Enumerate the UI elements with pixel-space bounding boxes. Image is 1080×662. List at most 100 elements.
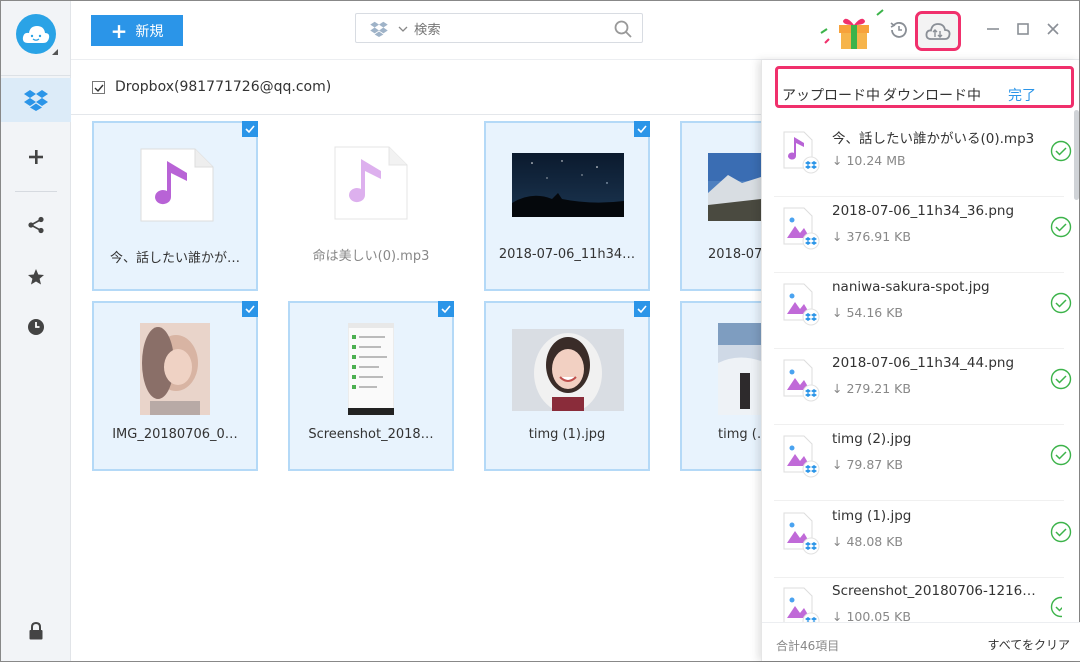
tab-downloading[interactable]: ダウンロード中 bbox=[883, 85, 981, 105]
image-file-icon bbox=[783, 512, 820, 555]
file-tile[interactable]: 2018-07-0… bbox=[680, 121, 788, 291]
search-box[interactable] bbox=[355, 13, 643, 43]
completed-check-icon bbox=[1050, 216, 1072, 238]
panel-scrollbar[interactable] bbox=[1074, 110, 1079, 200]
file-tile[interactable]: timg (… bbox=[680, 301, 770, 471]
sidebar-item-lock[interactable] bbox=[1, 609, 71, 653]
file-name: IMG_20180706_0… bbox=[112, 427, 238, 442]
file-tile[interactable]: 2018-07-06_11h34… bbox=[484, 121, 650, 291]
sidebar-item-share[interactable] bbox=[1, 203, 71, 247]
total-count: 合計46項目 bbox=[776, 639, 840, 653]
sidebar-item-add-cloud[interactable] bbox=[1, 135, 71, 179]
image-thumbnail bbox=[512, 153, 624, 217]
clock-icon bbox=[28, 319, 44, 335]
transfer-item[interactable]: 今、話したい誰かがいる(0).mp3 ↓ 10.24 MB bbox=[762, 120, 1072, 196]
transfer-tabs: アップロード中 ダウンロード中 完了 bbox=[775, 66, 1074, 108]
completed-check-icon bbox=[1050, 368, 1072, 390]
transfer-file-size: ↓ 79.87 KB bbox=[832, 457, 903, 472]
close-button[interactable] bbox=[1043, 19, 1063, 39]
transfer-file-size: ↓ 100.05 KB bbox=[832, 609, 911, 622]
cloud-face-icon bbox=[22, 26, 50, 43]
checkmark-icon bbox=[637, 305, 647, 314]
tile-checkbox[interactable] bbox=[242, 121, 258, 137]
tile-checkbox[interactable] bbox=[438, 301, 454, 317]
transfer-item[interactable]: timg (1).jpg ↓ 48.08 KB bbox=[762, 501, 1072, 577]
file-tile[interactable]: 今、話したい誰かが… bbox=[92, 121, 258, 291]
transfer-file-size: ↓ 10.24 MB bbox=[832, 153, 906, 168]
transfer-item[interactable]: timg (2).jpg ↓ 79.87 KB bbox=[762, 424, 1072, 500]
file-tile[interactable]: timg (1).jpg bbox=[484, 301, 650, 471]
cloud-transfer-icon bbox=[925, 23, 951, 40]
image-thumbnail bbox=[708, 153, 761, 221]
account-header: Dropbox(981771726@qq.com) bbox=[71, 59, 761, 115]
sidebar-item-recent[interactable] bbox=[1, 305, 71, 349]
clear-all-button[interactable]: すべてをクリア bbox=[988, 636, 1070, 653]
maximize-icon bbox=[1017, 23, 1029, 35]
file-tile[interactable]: 命は美しい(0).mp3 bbox=[288, 121, 454, 291]
star-icon bbox=[28, 269, 44, 285]
file-name: 今、話したい誰かが… bbox=[109, 251, 240, 266]
tab-completed[interactable]: 完了 bbox=[1008, 85, 1036, 105]
transfer-file-name: timg (2).jpg bbox=[832, 431, 912, 447]
checkmark-icon bbox=[637, 125, 647, 134]
transfer-item[interactable]: 2018-07-06_11h34_36.png ↓ 376.91 KB bbox=[762, 196, 1072, 272]
music-file-icon bbox=[334, 146, 408, 220]
minimize-button[interactable] bbox=[983, 19, 1003, 39]
account-label: Dropbox(981771726@qq.com) bbox=[115, 79, 332, 95]
sidebar-item-favorites[interactable] bbox=[1, 255, 71, 299]
panel-footer: 合計46項目 すべてをクリア bbox=[762, 622, 1080, 661]
image-thumbnail bbox=[512, 329, 624, 411]
close-icon bbox=[1047, 23, 1059, 35]
new-button-label: 新規 bbox=[135, 23, 164, 40]
checkmark-icon bbox=[245, 125, 255, 134]
checkmark-icon bbox=[245, 305, 255, 314]
app-logo[interactable] bbox=[16, 14, 56, 54]
lock-icon bbox=[29, 622, 43, 640]
plus-icon bbox=[29, 150, 43, 164]
completed-check-icon bbox=[1050, 444, 1072, 466]
file-name: 命は美しい(0).mp3 bbox=[312, 249, 430, 264]
checkmark-icon bbox=[94, 84, 104, 93]
transfer-file-name: 2018-07-06_11h34_36.png bbox=[832, 203, 1015, 219]
select-all-checkbox[interactable] bbox=[92, 81, 105, 94]
file-tile[interactable]: IMG_20180706_0… bbox=[92, 301, 258, 471]
music-file-icon bbox=[140, 148, 214, 222]
transfer-file-name: timg (1).jpg bbox=[832, 508, 912, 524]
image-thumbnail bbox=[140, 323, 210, 415]
transfer-item[interactable]: naniwa-sakura-spot.jpg ↓ 54.16 KB bbox=[762, 272, 1072, 348]
completed-check-icon bbox=[1050, 521, 1072, 543]
tab-uploading[interactable]: アップロード中 bbox=[782, 85, 880, 105]
gift-icon[interactable] bbox=[819, 9, 889, 51]
transfer-file-name: naniwa-sakura-spot.jpg bbox=[832, 279, 990, 295]
file-tile[interactable]: Screenshot_2018… bbox=[288, 301, 454, 471]
transfer-list-button[interactable] bbox=[915, 11, 961, 51]
new-button[interactable]: + 新規 bbox=[91, 15, 183, 46]
maximize-button[interactable] bbox=[1013, 19, 1033, 39]
tile-checkbox[interactable] bbox=[634, 121, 650, 137]
sidebar-divider bbox=[1, 75, 71, 76]
completed-check-icon bbox=[1050, 140, 1072, 162]
completed-check-icon bbox=[1050, 292, 1072, 314]
search-icon[interactable] bbox=[614, 20, 632, 38]
tile-checkbox[interactable] bbox=[242, 301, 258, 317]
dropbox-source-icon[interactable] bbox=[370, 21, 388, 37]
music-file-icon bbox=[783, 131, 820, 174]
transfer-file-size: ↓ 48.08 KB bbox=[832, 534, 903, 549]
transfer-item[interactable]: Screenshot_20180706-12164… ↓ 100.05 KB bbox=[762, 576, 1062, 622]
image-thumbnail bbox=[348, 323, 394, 415]
image-file-icon bbox=[783, 359, 820, 402]
image-file-icon bbox=[783, 435, 820, 478]
chevron-down-icon[interactable] bbox=[398, 24, 408, 34]
tile-checkbox[interactable] bbox=[634, 301, 650, 317]
transfer-file-name: 2018-07-06_11h34_44.png bbox=[832, 355, 1015, 371]
transfer-file-size: ↓ 279.21 KB bbox=[832, 381, 911, 396]
sidebar-item-dropbox[interactable] bbox=[1, 78, 71, 122]
transfer-file-size: ↓ 54.16 KB bbox=[832, 305, 903, 320]
checkmark-icon bbox=[441, 305, 451, 314]
transfer-item[interactable]: 2018-07-06_11h34_44.png ↓ 279.21 KB bbox=[762, 348, 1072, 424]
logo-menu-indicator bbox=[52, 49, 58, 55]
sidebar-divider bbox=[15, 191, 57, 192]
search-input[interactable] bbox=[414, 18, 604, 40]
history-icon[interactable] bbox=[889, 20, 909, 40]
image-file-icon bbox=[783, 587, 820, 622]
